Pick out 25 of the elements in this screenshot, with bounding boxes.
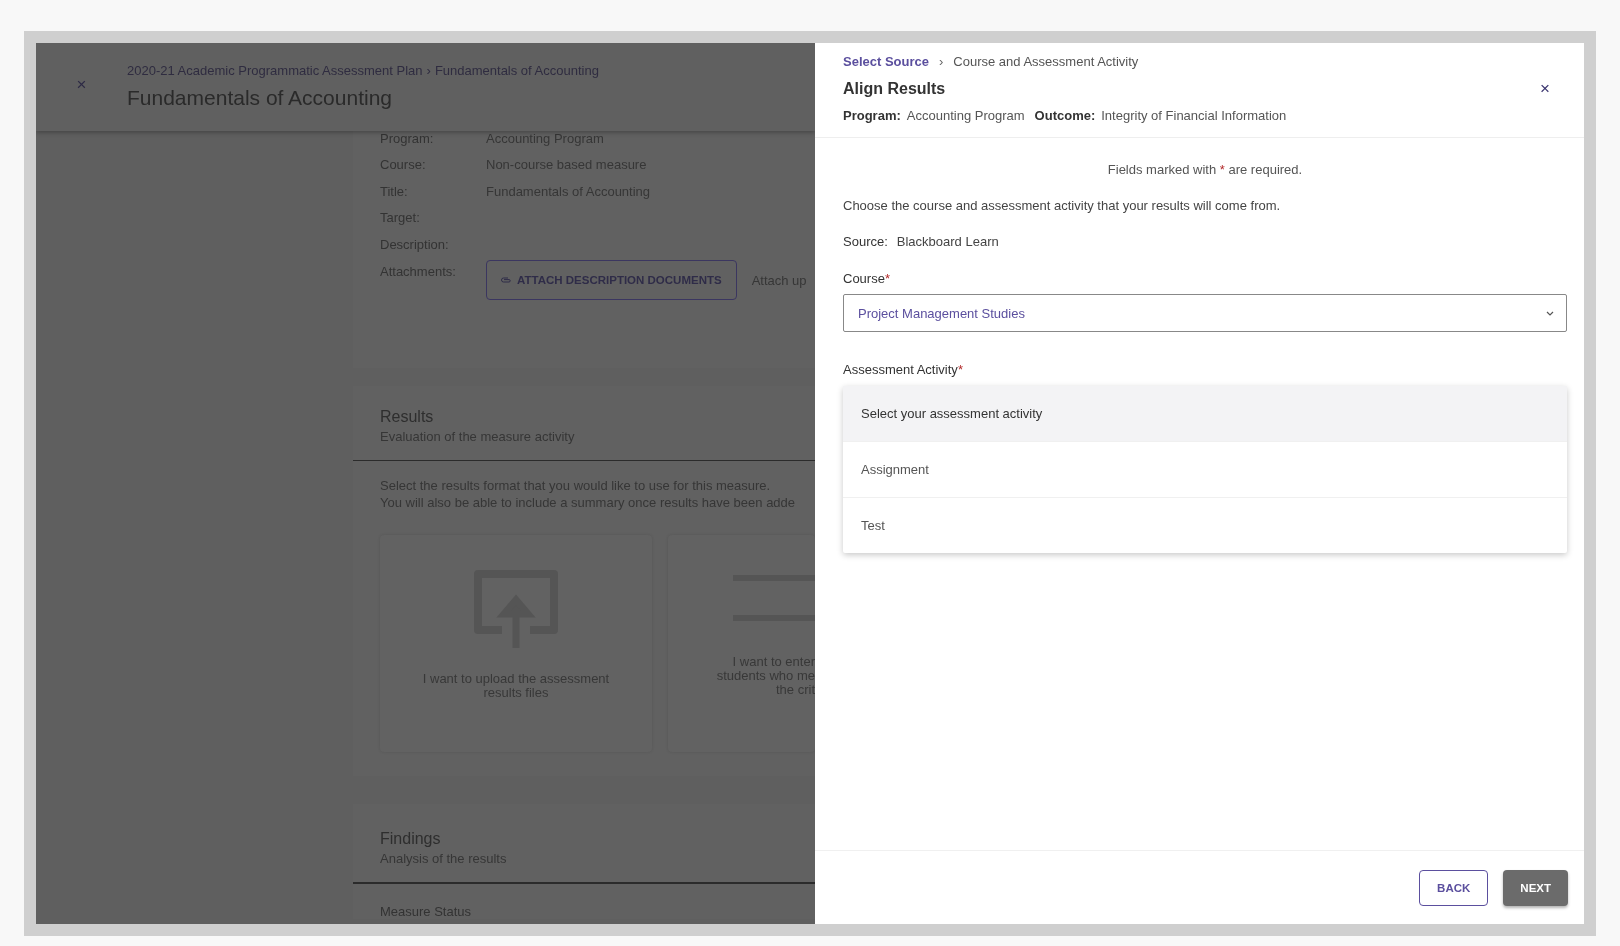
outcome-label: Outcome:	[1034, 108, 1096, 123]
breadcrumb-link[interactable]: Select Source	[843, 54, 929, 69]
chevron-down-icon	[1546, 310, 1554, 316]
program-label: Program:	[843, 108, 901, 123]
source-value: Blackboard Learn	[896, 234, 999, 249]
dropdown-option[interactable]: Test	[843, 497, 1567, 553]
panel-title: Align Results	[843, 80, 946, 98]
field-label: Course*	[843, 271, 891, 286]
breadcrumb-separator: ›	[426, 63, 431, 78]
required-note: Fields marked with * are required.	[1106, 162, 1304, 177]
breadcrumb-separator: ›	[939, 54, 944, 69]
outcome-value: Integrity of Financial Information	[1101, 108, 1287, 123]
program-value: Accounting Program	[906, 108, 1025, 123]
back-button[interactable]: BACK	[1419, 869, 1489, 906]
source-label: Source:	[843, 234, 888, 249]
course-select[interactable]: Project Management Studies	[843, 294, 1567, 332]
next-button[interactable]: NEXT	[1503, 869, 1568, 906]
close-button[interactable]: ×	[1540, 79, 1550, 99]
instruction-text: Choose the course and assessment activity that your results will come from.	[843, 198, 1282, 213]
lines-icon	[733, 575, 815, 623]
dropdown-option[interactable]: Select your assessment activity	[843, 386, 1567, 441]
paperclip-icon	[501, 276, 511, 283]
field-label: Assessment Activity*	[843, 362, 964, 377]
breadcrumb-current: Course and Assessment Activity	[953, 54, 1139, 69]
dropdown-option[interactable]: Assignment	[843, 441, 1567, 497]
